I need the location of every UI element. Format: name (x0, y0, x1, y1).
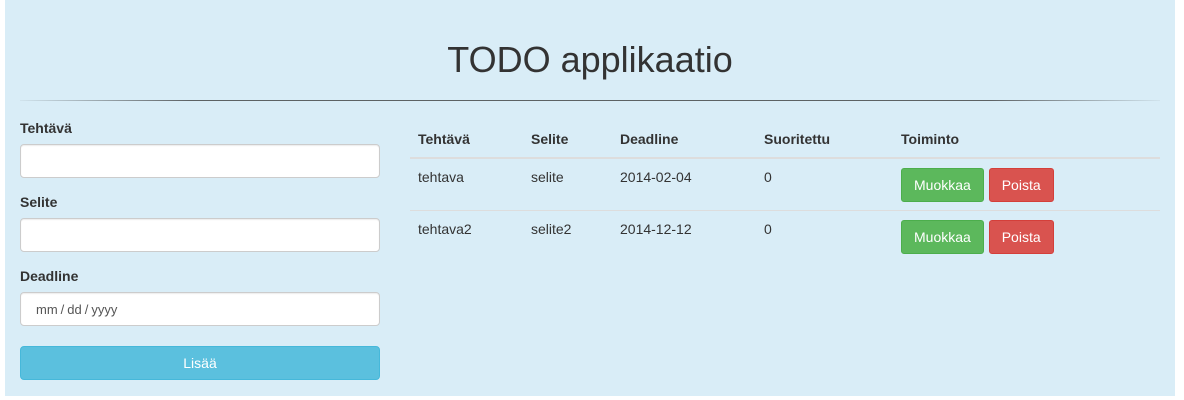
cell-deadline: 2014-12-12 (620, 221, 692, 237)
task-input[interactable] (20, 144, 380, 178)
page-title: TODO applikaatio (447, 39, 733, 80)
add-button[interactable]: Lisää (20, 346, 380, 380)
cell-description: selite (523, 158, 612, 211)
cell-done: 0 (756, 158, 893, 211)
deadline-day-placeholder[interactable]: dd (64, 302, 84, 317)
table-row: tehtava2 selite2 2014-12-12 0 Muokkaa Po… (410, 211, 1160, 263)
table-row: tehtava selite 2014-02-04 0 Muokkaa Pois… (410, 158, 1160, 211)
delete-button[interactable]: Poista (988, 168, 1054, 202)
deadline-label: Deadline (20, 268, 79, 284)
header-deadline: Deadline (612, 120, 756, 159)
header-task: Tehtävä (410, 120, 523, 159)
header-description: Selite (523, 120, 612, 159)
task-table: Tehtävä Selite Deadline Suoritettu Toimi… (410, 120, 1160, 262)
add-task-form: Tehtävä Selite Deadline mm / dd / yyyy L… (20, 118, 380, 380)
deadline-date-input[interactable]: mm / dd / yyyy (20, 292, 380, 326)
edit-button[interactable]: Muokkaa (901, 220, 984, 254)
cell-actions: Muokkaa Poista (893, 158, 1160, 211)
header-done: Suoritettu (756, 120, 893, 159)
delete-button[interactable]: Poista (988, 220, 1054, 254)
deadline-year-placeholder[interactable]: yyyy (88, 302, 120, 317)
description-input[interactable] (20, 218, 380, 252)
task-label: Tehtävä (20, 120, 72, 136)
cell-task: tehtava2 (418, 221, 472, 237)
cell-description: selite2 (531, 221, 572, 237)
header-actions: Toiminto (893, 120, 1160, 159)
cell-task: tehtava (410, 158, 523, 211)
cell-deadline: 2014-02-04 (612, 158, 756, 211)
cell-done: 0 (764, 221, 772, 237)
edit-button[interactable]: Muokkaa (901, 168, 984, 202)
table-header-row: Tehtävä Selite Deadline Suoritettu Toimi… (410, 120, 1160, 159)
deadline-month-placeholder[interactable]: mm (33, 302, 61, 317)
cell-actions: Muokkaa Poista (893, 211, 1160, 263)
title-divider (20, 100, 1160, 101)
description-label: Selite (20, 194, 58, 210)
todo-app: TODO applikaatio Tehtävä Selite Deadline… (5, 0, 1175, 396)
